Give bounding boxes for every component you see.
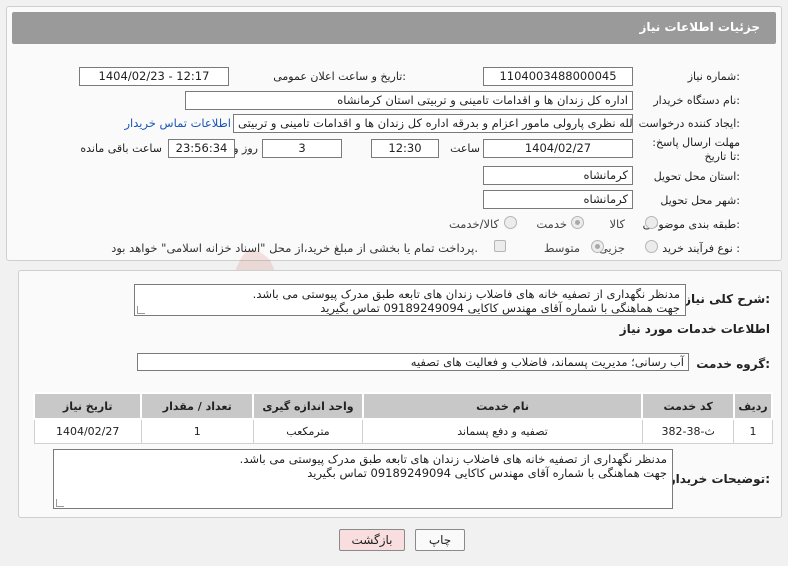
table-row: 1 ث-38-382 تصفیه و دفع پسماند مترمکعب 1 …	[33, 418, 773, 444]
cell-quantity: 1	[140, 418, 254, 444]
col-quantity: تعداد / مقدار	[140, 392, 255, 420]
delivery-city-field: کرمانشاه	[483, 190, 633, 209]
process-option-medium: متوسط	[543, 241, 580, 255]
general-desc-label: شرح کلی نیاز:	[684, 292, 770, 306]
buyer-org-label: نام دستگاه خریدار:	[653, 94, 740, 107]
col-unit: واحد اندازه گیری	[252, 392, 364, 420]
buyer-notes-line-1: مدنظر نگهداری از تصفیه خانه های فاضلاب ز…	[239, 452, 667, 466]
col-service-code: کد خدمت	[641, 392, 735, 420]
cell-need-date: 1404/02/27	[33, 418, 142, 444]
deadline-time-field: 12:30	[371, 139, 439, 158]
announce-datetime-field: 1404/02/23 - 12:17	[79, 67, 229, 86]
deadline-time-label: ساعت	[450, 142, 480, 155]
cell-service-code: ث-38-382	[641, 418, 735, 444]
buyer-notes-textarea[interactable]: مدنظر نگهداری از تصفیه خانه های فاضلاب ز…	[53, 449, 673, 509]
category-radio-service[interactable]	[571, 216, 584, 229]
delivery-province-label: استان محل تحویل:	[653, 170, 740, 183]
category-option-goods: کالا	[609, 217, 625, 231]
cell-unit: مترمکعب	[252, 418, 364, 444]
buyer-contact-link[interactable]: اطلاعات تماس خریدار	[124, 116, 231, 130]
category-radio-goods[interactable]	[645, 216, 658, 229]
requester-field: عزیزالله نظری پارولی مامور اعزام و بدرقه…	[233, 114, 633, 133]
announce-datetime-label: تاریخ و ساعت اعلان عمومی:	[273, 70, 406, 83]
buyer-org-field: اداره کل زندان ها و اقدامات تامینی و ترب…	[185, 91, 633, 110]
table-header-row: ردیف کد خدمت نام خدمت واحد اندازه گیری ت…	[32, 392, 774, 420]
page-title: جزئیات اطلاعات نیاز	[639, 20, 760, 34]
col-row-number: ردیف	[732, 392, 774, 420]
general-desc-line-1: مدنظر نگهداری از تصفیه خانه های فاضلاب ز…	[252, 287, 680, 301]
process-type-label: نوع فرآیند خرید :	[662, 242, 740, 255]
buyer-notes-label: توضیحات خریدار:	[668, 472, 770, 486]
category-option-goods-service: کالا/خدمت	[448, 217, 499, 231]
resize-handle-icon[interactable]	[137, 306, 145, 314]
resize-handle-icon[interactable]	[56, 499, 64, 507]
buyer-notes-line-2: جهت هماهنگی با شماره آقای مهندس کاکایی 0…	[307, 466, 667, 480]
remaining-label: ساعت باقی مانده	[80, 142, 162, 155]
header-bar: جزئیات اطلاعات نیاز	[12, 12, 776, 44]
category-option-service: خدمت	[536, 217, 567, 231]
general-desc-textarea[interactable]: مدنظر نگهداری از تصفیه خانه های فاضلاب ز…	[134, 284, 686, 316]
process-radio-minor[interactable]	[645, 240, 658, 253]
process-radio-medium[interactable]	[591, 240, 604, 253]
cell-service-name: تصفیه و دفع پسماند	[362, 418, 643, 444]
delivery-city-label: شهر محل تحویل:	[660, 194, 740, 207]
services-table: ردیف کد خدمت نام خدمت واحد اندازه گیری ت…	[32, 392, 774, 444]
remaining-time-field: 23:56:34	[168, 139, 235, 158]
need-number-field: 1104003488000045	[483, 67, 633, 86]
general-desc-line-2: جهت هماهنگی با شماره آقای مهندس کاکایی 0…	[320, 301, 680, 315]
services-info-heading: اطلاعات خدمات مورد نیاز	[619, 322, 770, 336]
service-group-field: آب رسانی؛ مدیریت پسماند، فاضلاب و فعالیت…	[137, 353, 689, 371]
cell-row-number: 1	[733, 418, 773, 444]
col-service-name: نام خدمت	[361, 392, 644, 420]
need-number-label: شماره نیاز:	[687, 70, 740, 83]
print-button[interactable]: چاپ	[415, 529, 465, 551]
delivery-province-field: کرمانشاه	[483, 166, 633, 185]
requester-label: ایجاد کننده درخواست:	[638, 117, 740, 130]
category-radio-goods-service[interactable]	[504, 216, 517, 229]
treasury-payment-checkbox[interactable]	[494, 240, 506, 252]
remaining-days-field: 3	[262, 139, 342, 158]
deadline-label: مهلت ارسال پاسخ: تا تاریخ:	[652, 136, 740, 163]
day-and-label: روز و	[233, 142, 258, 155]
deadline-date-field: 1404/02/27	[483, 139, 633, 158]
back-button[interactable]: بازگشت	[339, 529, 405, 551]
col-need-date: تاریخ نیاز	[32, 392, 143, 420]
treasury-payment-note: پرداخت تمام یا بخشی از مبلغ خرید،از محل …	[111, 241, 478, 255]
service-group-label: گروه خدمت:	[696, 357, 770, 371]
